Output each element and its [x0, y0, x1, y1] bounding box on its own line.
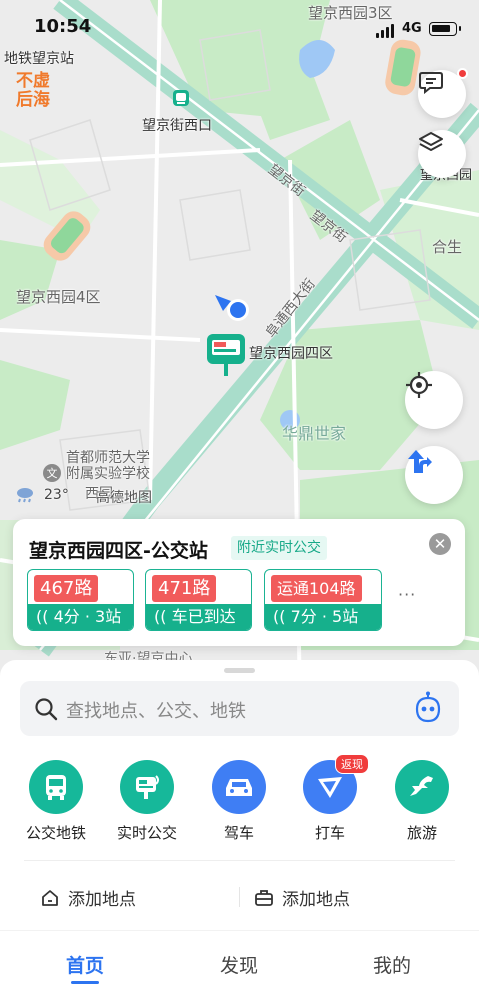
route-eta: (( 4分 · 3站 [28, 604, 133, 630]
svg-text:文: 文 [47, 466, 58, 480]
bus-icon [29, 760, 83, 814]
search-icon [35, 698, 58, 721]
realtime-bus-icon [120, 760, 174, 814]
more-routes-button[interactable]: ··· [398, 585, 416, 604]
horse-icon [395, 760, 449, 814]
quick-action-label: 打车 [314, 824, 345, 842]
my-location-marker [215, 295, 249, 321]
locate-me-button[interactable] [405, 371, 463, 429]
car-icon [212, 760, 266, 814]
weather-icon [17, 488, 33, 503]
status-time: 10:54 [34, 16, 92, 37]
taxi-icon: 返现 [303, 754, 369, 814]
active-tab-indicator [71, 981, 99, 984]
map-label-xiyuan4: 望京西园4区 [16, 288, 101, 306]
school-icon: 文 [43, 464, 61, 482]
vertical-divider [239, 887, 240, 907]
tab-discover[interactable]: 发现 [220, 951, 258, 978]
route-line: 471路 [152, 575, 217, 602]
layers-icon [419, 132, 443, 151]
quick-action-label: 实时公交 [116, 824, 177, 842]
bus-card-title: 望京西园四区-公交站 [29, 540, 208, 562]
quick-action-label: 驾车 [223, 824, 254, 842]
tab-home[interactable]: 首页 [66, 951, 104, 978]
subway-exit-icon [173, 90, 189, 106]
map-watermark: 高德地图 [96, 490, 152, 506]
briefcase-icon [255, 889, 273, 906]
map-label-huading: 华鼎世家 [282, 424, 347, 443]
navigation-button[interactable] [405, 446, 463, 504]
sheet-drag-handle[interactable] [224, 668, 255, 673]
search-placeholder: 查找地点、公交、地铁 [66, 701, 246, 722]
quick-action-drive[interactable]: 驾车 [200, 760, 278, 843]
assistant-robot-icon[interactable] [411, 691, 445, 725]
route-card[interactable]: 471路 (( 车已到达 [145, 569, 252, 631]
home-icon [42, 889, 58, 906]
route-line: 运通104路 [271, 575, 362, 602]
tab-mine[interactable]: 我的 [373, 951, 411, 978]
route-eta: (( 7分 · 5站 [265, 604, 381, 630]
divider [24, 860, 455, 861]
status-bar: 10:54 4G [0, 0, 479, 44]
quick-action-bus-subway[interactable]: 公交地铁 [17, 760, 95, 843]
route-card[interactable]: 467路 (( 4分 · 3站 [27, 569, 134, 631]
map-label-xiyuan3: 望京西园3区 [308, 4, 393, 22]
brand-logo: 不虚后海 [16, 71, 50, 110]
signal-icon [376, 24, 394, 38]
nearby-bus-card[interactable]: 望京西园四区-公交站 附近实时公交 ✕ 467路 (( 4分 · 3站 471路… [13, 519, 465, 646]
map-label-school: 首都师范大学 附属实验学校 [66, 450, 150, 482]
map-label-hesheng: 合生 [432, 238, 463, 256]
map-label-subway[interactable]: 地铁望京站 [4, 48, 74, 68]
add-work-label: 添加地点 [282, 890, 350, 910]
notification-dot [457, 68, 468, 79]
quick-action-travel[interactable]: 旅游 [383, 760, 461, 843]
cashback-badge: 返现 [335, 754, 369, 774]
bottom-tab-bar: 首页 发现 我的 [0, 930, 479, 988]
route-eta: (( 车已到达 [146, 604, 251, 630]
bus-stop-marker-icon[interactable] [206, 333, 246, 377]
network-type: 4G [402, 21, 422, 36]
message-button[interactable] [418, 68, 468, 118]
add-work-button[interactable]: 添加地点 [254, 885, 350, 910]
quick-action-label: 公交地铁 [25, 824, 86, 842]
search-input[interactable]: 查找地点、公交、地铁 [20, 681, 459, 736]
map-label-bus-stop[interactable]: 望京西园四区 [249, 343, 333, 363]
message-icon [419, 72, 443, 94]
layers-button[interactable] [418, 130, 466, 178]
battery-icon [429, 22, 461, 36]
realtime-bus-tag[interactable]: 附近实时公交 [231, 536, 327, 560]
quick-action-taxi[interactable]: 返现 打车 [291, 754, 369, 843]
add-home-button[interactable]: 添加地点 [40, 885, 136, 910]
quick-action-label: 旅游 [406, 824, 437, 842]
close-icon[interactable]: ✕ [429, 533, 451, 555]
map-label-jiexikou[interactable]: 望京街西口 [142, 115, 212, 135]
route-arrow-icon [408, 450, 432, 473]
quick-action-realtime-bus[interactable]: 实时公交 [108, 760, 186, 843]
route-card[interactable]: 运通104路 (( 7分 · 5站 [264, 569, 382, 631]
route-line: 467路 [34, 575, 99, 602]
weather-temp: 23° [44, 487, 69, 503]
add-home-label: 添加地点 [68, 890, 136, 910]
crosshair-icon [406, 372, 432, 398]
